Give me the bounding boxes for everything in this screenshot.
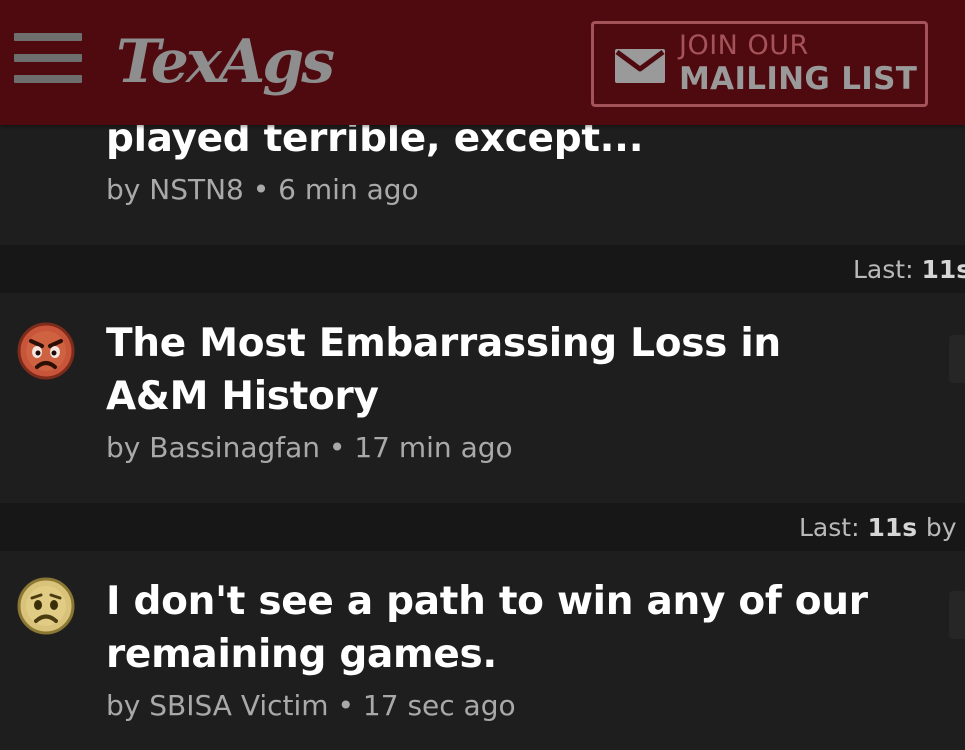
meta-separator: • bbox=[252, 173, 279, 206]
site-header: TexAgs JOIN OUR MAILING LIST bbox=[0, 0, 965, 125]
thread-title[interactable]: The Most Embarrassing Loss in A&M Histor… bbox=[106, 317, 886, 423]
angry-face-icon[interactable] bbox=[17, 322, 75, 380]
menu-icon-bar bbox=[14, 33, 82, 41]
row-divider bbox=[0, 245, 965, 293]
row-action-tab[interactable] bbox=[949, 335, 965, 383]
mailing-list-button[interactable]: JOIN OUR MAILING LIST bbox=[591, 21, 928, 107]
thread-author[interactable]: SBISA Victim bbox=[149, 689, 328, 722]
thread-meta: by NSTN8 • 6 min ago bbox=[106, 173, 419, 206]
thread-row[interactable]: The Most Embarrassing Loss in A&M Histor… bbox=[0, 293, 965, 503]
last-reply[interactable]: Last: 11s bbox=[853, 255, 965, 285]
last-reply-label: Last: bbox=[853, 255, 922, 284]
meta-separator: • bbox=[328, 431, 355, 464]
last-reply-by: by C bbox=[925, 513, 965, 542]
thread-author[interactable]: NSTN8 bbox=[149, 173, 244, 206]
row-action-tab[interactable] bbox=[949, 591, 965, 639]
mailing-label: JOIN OUR MAILING LIST bbox=[679, 30, 918, 98]
last-reply-label: Last: bbox=[799, 513, 868, 542]
thread-meta: by SBISA Victim • 17 sec ago bbox=[106, 689, 516, 722]
sad-face-icon[interactable] bbox=[17, 577, 75, 635]
thread-meta: by Bassinagfan • 17 min ago bbox=[106, 431, 513, 464]
mailing-label-line1: JOIN OUR bbox=[679, 30, 809, 61]
menu-icon-bar bbox=[14, 75, 82, 83]
thread-row[interactable]: I don't see a path to win any of our rem… bbox=[0, 551, 965, 750]
meta-separator: • bbox=[337, 689, 363, 722]
menu-icon-bar bbox=[14, 54, 82, 62]
page: played terrible, except... by NSTN8 • 6 … bbox=[0, 0, 965, 750]
thread-time: 17 min ago bbox=[354, 431, 513, 464]
site-logo[interactable]: TexAgs bbox=[116, 22, 335, 102]
menu-icon[interactable] bbox=[14, 33, 82, 83]
last-reply-time: 11s bbox=[921, 255, 965, 284]
thread-time: 6 min ago bbox=[278, 173, 419, 206]
thread-time: 17 sec ago bbox=[362, 689, 516, 722]
mailing-label-line2: MAILING LIST bbox=[679, 61, 918, 97]
thread-title[interactable]: I don't see a path to win any of our rem… bbox=[106, 575, 886, 681]
last-reply-time: 11s bbox=[867, 513, 926, 542]
last-reply[interactable]: Last: 11s by C bbox=[799, 513, 965, 543]
thread-author[interactable]: Bassinagfan bbox=[149, 431, 320, 464]
envelope-icon bbox=[615, 49, 665, 83]
